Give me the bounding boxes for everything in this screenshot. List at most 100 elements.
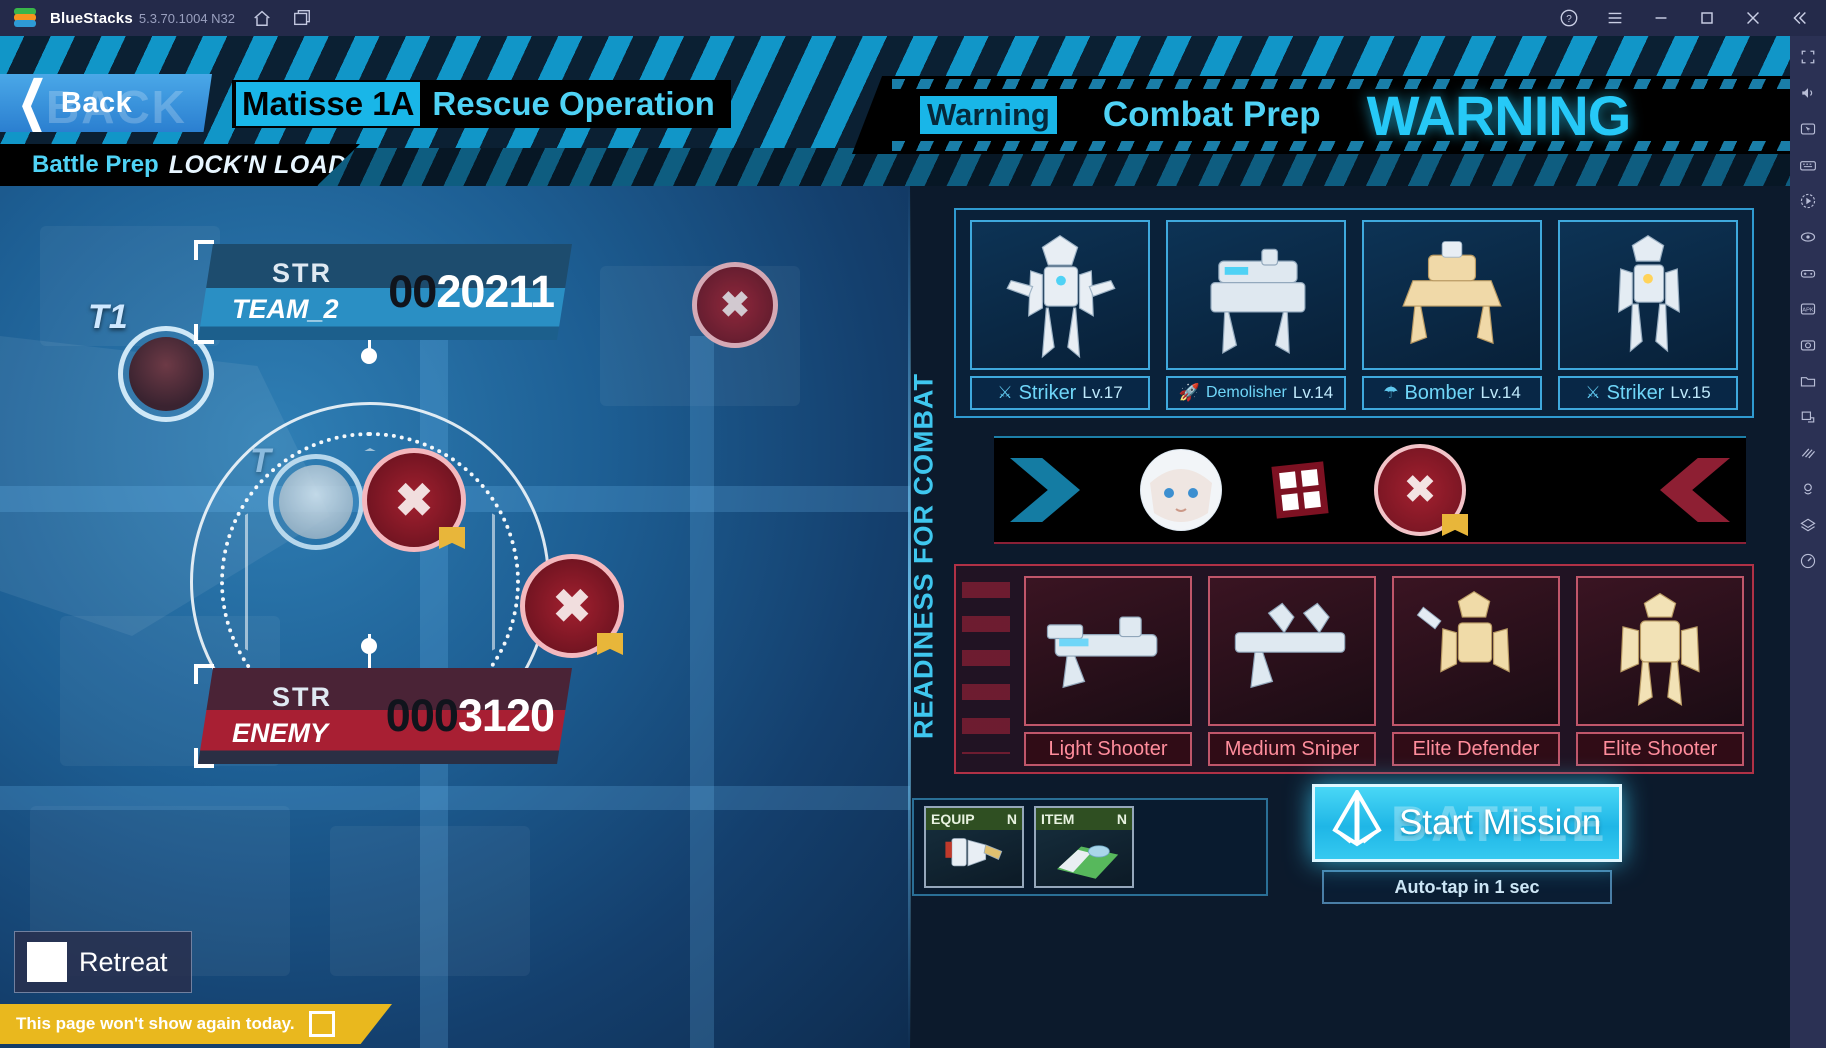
volume-icon[interactable]	[1797, 82, 1819, 104]
back-button[interactable]: BACK ❮ Back	[0, 74, 212, 132]
ally-unit-level: Lv.15	[1670, 383, 1711, 402]
battle-map[interactable]: T1 T ✖ ✖ ✖ STR TEAM_2 0020211 STR ENEMY …	[0, 186, 910, 1048]
start-mission-label: Start Mission	[1399, 803, 1602, 842]
game-viewport: BACK ❮ Back Matisse 1A Rescue Operation …	[0, 36, 1790, 1048]
bluestacks-sidebar: APK	[1790, 36, 1826, 1048]
ally-node-secondary[interactable]	[268, 454, 364, 550]
battle-prep-subtitle: Battle Prep LOCK'N LOAD	[0, 144, 360, 186]
unit-artwork	[1166, 220, 1346, 370]
folder-icon[interactable]	[1797, 370, 1819, 392]
ally-unit-level: Lv.14	[1292, 383, 1334, 402]
cursor-icon[interactable]	[1797, 118, 1819, 140]
enemy-unit-name: Elite Shooter	[1602, 737, 1718, 760]
warning-small-label: Warning	[920, 96, 1057, 134]
retreat-button[interactable]: Retreat	[14, 931, 192, 993]
minimize-icon[interactable]	[1648, 5, 1674, 31]
help-icon[interactable]: ?	[1556, 5, 1582, 31]
ally-unit-label: ⚔ Striker Lv.17	[970, 376, 1150, 410]
team-name-label: TEAM_2	[232, 294, 339, 324]
unit-artwork	[1362, 220, 1542, 370]
enemy-strength-value: 0003120	[385, 690, 555, 741]
enemy-unit-name: Medium Sniper	[1224, 737, 1360, 760]
map-road	[0, 786, 910, 810]
enemy-commander-marker[interactable]: ✖	[1374, 444, 1468, 536]
enemy-unit-label: Medium Sniper	[1208, 732, 1376, 766]
dont-show-again-bar[interactable]: This page won't show again today.	[0, 1004, 392, 1044]
enemy-unit-name: Light Shooter	[1048, 737, 1168, 760]
map-block	[40, 226, 220, 346]
shake-icon[interactable]	[1797, 442, 1819, 464]
retreat-button-label: Retreat	[79, 946, 168, 977]
window-controls: ?	[1556, 5, 1812, 31]
enemy-unit-card[interactable]: Light Shooter	[1024, 576, 1192, 766]
ally-commander-portrait[interactable]	[1140, 449, 1222, 531]
gamepad-icon[interactable]	[1797, 262, 1819, 284]
crossed-swords-icon: ⚔	[997, 383, 1013, 402]
ally-unit-card[interactable]: ⚔ Striker Lv.15	[1558, 220, 1738, 410]
collapse-icon[interactable]	[1786, 5, 1812, 31]
stage-title-plate: Matisse 1A Rescue Operation	[232, 80, 731, 128]
character-portrait	[129, 337, 203, 411]
ally-unit-card[interactable]: ☂ Bomber Lv.14	[1362, 220, 1542, 410]
enemy-unit-card[interactable]: Elite Shooter	[1576, 576, 1744, 766]
enemy-marker[interactable]: ✖	[520, 554, 624, 658]
enemy-chevron-icon	[1660, 458, 1730, 522]
enemy-unit-card[interactable]: Elite Defender	[1392, 576, 1560, 766]
dont-show-checkbox[interactable]	[308, 1011, 335, 1037]
ally-unit-level: Lv.17	[1082, 383, 1123, 402]
unit-artwork	[1576, 576, 1744, 726]
corner-bracket	[194, 748, 214, 768]
ally-unit-label: 🚀 Demolisher Lv.14	[1166, 376, 1346, 410]
battle-prep-label: Battle Prep	[32, 151, 159, 178]
macro-play-icon[interactable]	[1797, 190, 1819, 212]
combat-prep-label: Combat Prep	[1102, 95, 1321, 134]
item-slot[interactable]: ITEM N	[1034, 806, 1134, 888]
start-mission-area: BATTLE Start Mission Auto-tap in 1 sec	[1312, 784, 1622, 904]
layers-icon[interactable]	[1797, 514, 1819, 536]
map-road	[690, 336, 714, 1048]
warning-banner: Warning Combat Prep WARNING	[852, 76, 1790, 154]
map-connector-dot	[361, 638, 377, 654]
battle-emblem-icon	[1329, 787, 1385, 857]
enemy-flag-icon	[597, 633, 623, 655]
team-strength-panel: STR TEAM_2 0020211	[194, 240, 572, 344]
screenshot-icon[interactable]	[1797, 334, 1819, 356]
fullscreen-icon[interactable]	[1797, 46, 1819, 68]
rotate-icon[interactable]	[1797, 226, 1819, 248]
warning-big-label: WARNING	[1366, 83, 1632, 147]
corner-bracket	[194, 324, 214, 344]
hamburger-menu-icon[interactable]	[1602, 5, 1628, 31]
ally-unit-card[interactable]: ⚔ Striker Lv.17	[970, 220, 1150, 410]
ally-unit-level: Lv.14	[1480, 383, 1521, 402]
close-icon[interactable]	[1740, 5, 1766, 31]
screen-root: BACK ❮ Back Matisse 1A Rescue Operation …	[0, 0, 1826, 1048]
location-icon[interactable]	[1797, 478, 1819, 500]
loadout-slots: EQUIP N ITEM N	[912, 798, 1268, 896]
node-label-t1: T1	[88, 298, 128, 336]
ally-unit-label: ⚔ Striker Lv.15	[1558, 376, 1738, 410]
equip-slot[interactable]: EQUIP N	[924, 806, 1024, 888]
crossed-rifles-icon: ✖	[394, 474, 434, 526]
ally-unit-row: ⚔ Striker Lv.17 🚀 Demolisher Lv.14 ☂ Bom…	[970, 220, 1738, 410]
bluestacks-app-name: BlueStacks	[50, 9, 133, 27]
ally-unit-card[interactable]: 🚀 Demolisher Lv.14	[1166, 220, 1346, 410]
team-strength-value: 0020211	[388, 266, 555, 317]
enemy-marker[interactable]: ✖	[692, 262, 778, 348]
maximize-icon[interactable]	[1694, 5, 1720, 31]
svg-text:APK: APK	[1802, 307, 1814, 313]
enemy-name-label: ENEMY	[232, 718, 329, 748]
team-str-label: STR	[272, 258, 332, 288]
start-mission-button[interactable]: BATTLE Start Mission	[1312, 784, 1622, 862]
svg-text:?: ?	[1566, 14, 1572, 25]
apk-install-icon[interactable]: APK	[1797, 298, 1819, 320]
resize-icon[interactable]	[1797, 406, 1819, 428]
versus-bar: ✖	[994, 436, 1746, 544]
home-icon[interactable]	[249, 5, 275, 31]
enemy-marker[interactable]: ✖	[362, 448, 466, 552]
enemy-unit-card[interactable]: Medium Sniper	[1208, 576, 1376, 766]
stage-code: Matisse 1A	[236, 82, 421, 126]
keyboard-icon[interactable]	[1797, 154, 1819, 176]
speedometer-icon[interactable]	[1797, 550, 1819, 572]
map-connector-dot	[361, 348, 377, 364]
multi-instance-icon[interactable]	[289, 5, 315, 31]
